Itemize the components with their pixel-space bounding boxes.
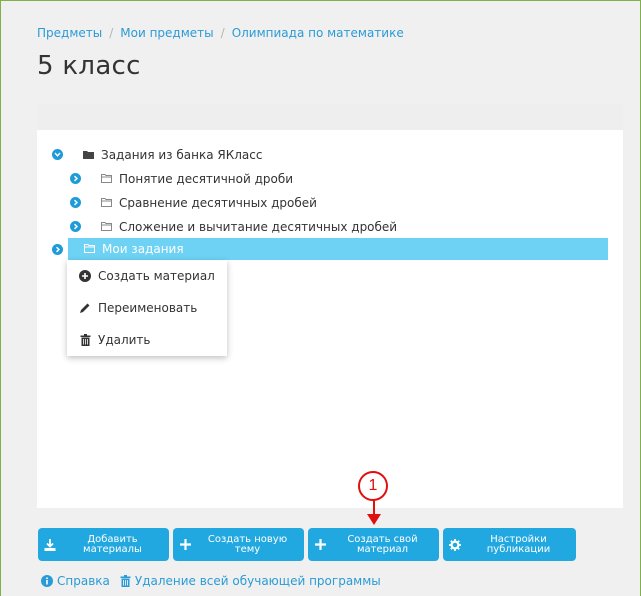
expand-toggle-icon[interactable] [52, 244, 63, 255]
menu-item-rename[interactable]: Переименовать [79, 298, 197, 318]
pencil-icon [79, 302, 91, 314]
tree-node-child[interactable]: Понятие десятичной дроби [101, 168, 293, 190]
button-label: Создать новую тему [207, 533, 288, 555]
breadcrumb-subjects[interactable]: Предметы [37, 26, 102, 40]
delete-program-link[interactable]: Удаление всей обучающей программы [120, 574, 381, 588]
context-menu: Создать материал Переименовать Удалить [67, 260, 227, 356]
plus-icon [173, 539, 197, 550]
folder-open-icon [101, 172, 112, 186]
expand-toggle-icon[interactable] [70, 197, 81, 208]
annotation-callout: 1 [358, 471, 388, 501]
menu-item-delete[interactable]: Удалить [79, 330, 151, 350]
button-label: Добавить материалы [83, 533, 142, 555]
folder-open-icon [84, 242, 95, 256]
footer-links: Справка Удаление всей обучающей программ… [41, 574, 391, 588]
help-link-label: Справка [57, 574, 110, 588]
breadcrumb-my-subjects[interactable]: Мои предметы [120, 26, 213, 40]
tree-node-child[interactable]: Сложение и вычитание десятичных дробей [101, 216, 397, 238]
tree-node-selected[interactable]: Мои задания [68, 238, 608, 260]
folder-open-icon [101, 220, 112, 234]
tree-node-label: Сравнение десятичных дробей [119, 196, 317, 210]
tree-node-label: Сложение и вычитание десятичных дробей [119, 220, 398, 234]
folder-icon [83, 148, 94, 162]
download-icon [38, 538, 62, 551]
collapse-toggle-icon[interactable] [52, 149, 63, 160]
tree-node-child[interactable]: Сравнение десятичных дробей [101, 192, 317, 214]
help-link[interactable]: Справка [41, 574, 110, 588]
button-label: Настройки публикации [486, 533, 551, 555]
add-materials-button[interactable]: Добавить материалы [38, 528, 169, 561]
menu-item-label: Переименовать [98, 301, 198, 315]
tree-node-label: Понятие десятичной дроби [119, 172, 294, 186]
tree-node-root[interactable]: Задания из банка ЯКласс [83, 144, 262, 166]
gear-icon [443, 538, 467, 551]
trash-icon [79, 334, 91, 346]
annotation-arrow-icon [367, 500, 381, 525]
expand-toggle-icon[interactable] [70, 173, 81, 184]
breadcrumb-separator: / [109, 26, 114, 40]
tree-node-label: Задания из банка ЯКласс [101, 148, 263, 162]
create-own-material-button[interactable]: Создать свой материал [308, 528, 439, 561]
menu-item-create-material[interactable]: Создать материал [79, 266, 215, 286]
breadcrumb-separator: / [220, 26, 225, 40]
publication-settings-button[interactable]: Настройки публикации [443, 528, 576, 561]
button-label: Создать свой материал [347, 533, 418, 555]
delete-program-link-label: Удаление всей обучающей программы [134, 574, 381, 588]
plus-circle-icon [79, 270, 91, 282]
menu-item-label: Создать материал [98, 269, 215, 283]
folder-open-icon [101, 196, 112, 210]
plus-icon [308, 539, 332, 550]
create-topic-button[interactable]: Создать новую тему [173, 528, 304, 561]
trash-icon [120, 575, 131, 587]
breadcrumb: Предметы / Мои предметы / Олимпиада по матем… [37, 26, 404, 40]
tree-panel-header [37, 104, 623, 130]
page-title: 5 класс [37, 51, 141, 81]
tree-node-label: Мои задания [102, 242, 184, 256]
info-icon [41, 575, 53, 587]
menu-item-label: Удалить [98, 333, 151, 347]
expand-toggle-icon[interactable] [70, 221, 81, 232]
page-frame: Предметы / Мои предметы / Олимпиада по матем… [0, 0, 641, 596]
breadcrumb-olympiad[interactable]: Олимпиада по математике [232, 26, 404, 40]
